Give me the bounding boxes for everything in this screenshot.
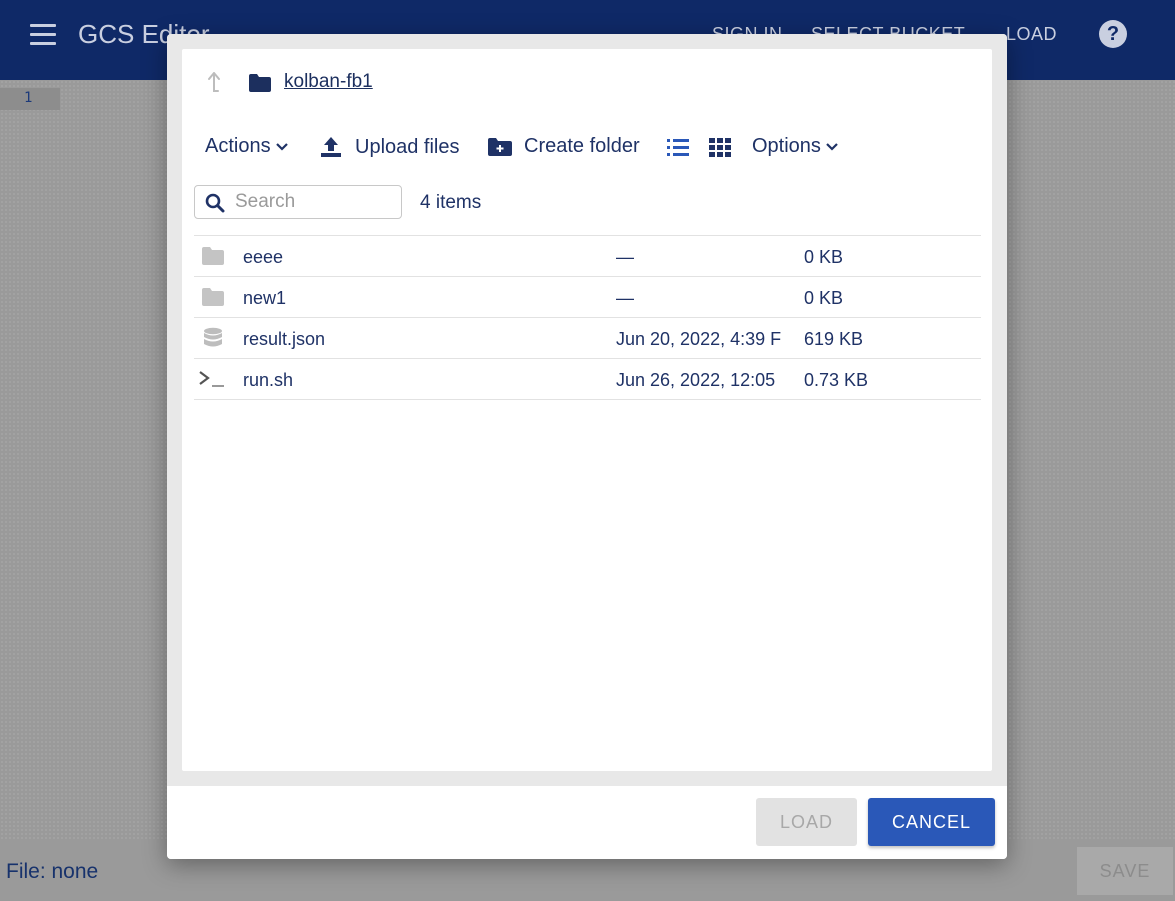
folder-icon xyxy=(249,74,271,92)
help-icon[interactable]: ? xyxy=(1099,20,1127,48)
grid-view-icon xyxy=(709,138,731,157)
folder-icon xyxy=(202,247,224,265)
chevron-down-icon xyxy=(275,142,288,151)
file-modified: Jun 20, 2022, 4:39 F xyxy=(616,329,782,349)
upload-icon xyxy=(321,137,341,157)
table-row[interactable]: eeee — 0 KB xyxy=(194,235,981,276)
file-modified: Jun 26, 2022, 12:05 xyxy=(616,370,776,390)
chevron-down-icon xyxy=(826,142,838,151)
file-browser: kolban-fb1 Actions Upload files Create f… xyxy=(182,49,992,771)
file-size: 0.73 KB xyxy=(804,370,869,390)
file-size: 0 KB xyxy=(804,247,844,267)
file-size: 619 KB xyxy=(804,329,864,349)
save-button[interactable]: SAVE xyxy=(1077,847,1173,895)
file-modified: — xyxy=(616,288,634,308)
folder-plus-icon xyxy=(488,137,512,156)
file-modified: — xyxy=(616,247,634,267)
item-count: 4 items xyxy=(420,192,482,213)
breadcrumb-current[interactable]: kolban-fb1 xyxy=(284,71,373,93)
file-size: 0 KB xyxy=(804,288,844,308)
terminal-icon xyxy=(199,371,224,387)
load-button[interactable]: LOAD xyxy=(756,798,857,846)
file-name: result.json xyxy=(243,329,326,349)
dialog-actions: LOAD CANCEL xyxy=(167,786,1007,859)
search-box xyxy=(194,185,402,219)
arrow-up-icon[interactable] xyxy=(206,71,222,97)
file-table: eeee — 0 KB new1 — 0 KB result.json Jun … xyxy=(194,235,981,400)
options-label: Options xyxy=(752,135,821,157)
search-input[interactable] xyxy=(235,190,395,214)
upload-files-button[interactable]: Upload files xyxy=(319,135,460,159)
table-row[interactable]: run.sh Jun 26, 2022, 12:05 0.73 KB xyxy=(194,358,981,400)
upload-files-label: Upload files xyxy=(355,135,460,158)
grid-view-button[interactable] xyxy=(709,138,731,158)
file-name: eeee xyxy=(243,247,284,267)
list-view-button[interactable] xyxy=(667,138,689,158)
load-nav-button[interactable]: LOAD xyxy=(1006,24,1057,45)
database-icon xyxy=(204,327,222,347)
toolbar: Actions Upload files Create folder Optio… xyxy=(182,135,992,165)
table-row[interactable]: new1 — 0 KB xyxy=(194,276,981,317)
line-number: 1 xyxy=(24,90,33,106)
options-menu[interactable]: Options xyxy=(752,135,839,158)
file-status: File: none xyxy=(6,860,99,883)
menu-icon[interactable] xyxy=(30,24,56,46)
dialog-content: kolban-fb1 Actions Upload files Create f… xyxy=(167,34,1007,786)
file-name: run.sh xyxy=(243,370,294,390)
file-name: new1 xyxy=(243,288,287,308)
cancel-button[interactable]: CANCEL xyxy=(868,798,995,846)
table-row[interactable]: result.json Jun 20, 2022, 4:39 F 619 KB xyxy=(194,317,981,358)
file-browser-dialog: kolban-fb1 Actions Upload files Create f… xyxy=(167,34,1007,859)
actions-menu[interactable]: Actions xyxy=(205,135,289,158)
folder-icon xyxy=(202,288,224,306)
search-icon xyxy=(205,193,225,213)
list-view-icon xyxy=(667,139,689,156)
create-folder-button[interactable]: Create folder xyxy=(488,135,640,158)
actions-label: Actions xyxy=(205,135,271,157)
create-folder-label: Create folder xyxy=(524,135,640,157)
